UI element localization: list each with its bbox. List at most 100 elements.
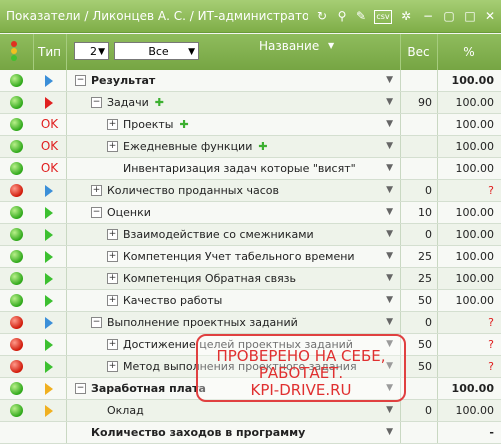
row-menu-chevron-down-icon[interactable]: ▼ bbox=[386, 158, 393, 179]
export-csv-icon[interactable]: csv bbox=[374, 10, 392, 24]
table-row[interactable]: −Задачи✚▼90100.00 bbox=[0, 92, 501, 114]
percent-value: 100.00 bbox=[456, 272, 501, 285]
row-menu-chevron-down-icon[interactable]: ▼ bbox=[386, 92, 393, 113]
minimize-icon[interactable]: − bbox=[420, 8, 436, 24]
name-cell[interactable]: +Компетенция Учет табельного времени▼ bbox=[66, 246, 401, 267]
weight-cell[interactable] bbox=[400, 114, 438, 135]
type-column-header[interactable]: Тип bbox=[33, 34, 67, 70]
table-row[interactable]: OK+Проекты✚▼100.00 bbox=[0, 114, 501, 136]
row-menu-chevron-down-icon[interactable]: ▼ bbox=[386, 70, 393, 91]
collapse-icon[interactable]: − bbox=[75, 75, 86, 86]
expand-icon[interactable]: + bbox=[107, 361, 118, 372]
type-cell bbox=[33, 312, 66, 333]
weight-cell[interactable] bbox=[400, 422, 438, 443]
name-cell[interactable]: Оклад▼ bbox=[66, 400, 401, 421]
add-icon[interactable]: ✚ bbox=[258, 140, 267, 153]
status-green-icon bbox=[10, 250, 23, 263]
weight-cell[interactable]: 0 bbox=[400, 180, 438, 201]
table-row[interactable]: −Результат▼100.00 bbox=[0, 70, 501, 92]
weight-cell[interactable]: 0 bbox=[400, 312, 438, 333]
type-green-triangle-icon bbox=[45, 339, 53, 351]
table-row[interactable]: Оклад▼0100.00 bbox=[0, 400, 501, 422]
type-cell bbox=[33, 224, 66, 245]
expand-icon[interactable]: + bbox=[107, 119, 118, 130]
expand-icon[interactable]: + bbox=[91, 185, 102, 196]
row-menu-chevron-down-icon[interactable]: ▼ bbox=[386, 422, 393, 443]
table-row[interactable]: +Взаимодействие со смежниками▼0100.00 bbox=[0, 224, 501, 246]
weight-cell[interactable]: 50 bbox=[400, 290, 438, 311]
name-cell[interactable]: −Выполнение проектных заданий▼ bbox=[66, 312, 401, 333]
add-icon[interactable]: ✚ bbox=[180, 118, 189, 131]
name-cell[interactable]: −Задачи✚▼ bbox=[66, 92, 401, 113]
collapse-icon[interactable]: − bbox=[91, 97, 102, 108]
weight-cell[interactable] bbox=[400, 136, 438, 157]
table-row[interactable]: +Качество работы▼50100.00 bbox=[0, 290, 501, 312]
name-cell[interactable]: −Оценки▼ bbox=[66, 202, 401, 223]
search-icon[interactable]: ⚲ bbox=[334, 8, 350, 24]
table-row[interactable]: Количество заходов в программу▼- bbox=[0, 422, 501, 444]
weight-cell[interactable]: 25 bbox=[400, 268, 438, 289]
weight-cell[interactable] bbox=[400, 70, 438, 91]
table-row[interactable]: OKИнвентаризация задач которые "висят"▼1… bbox=[0, 158, 501, 180]
row-menu-chevron-down-icon[interactable]: ▼ bbox=[386, 224, 393, 245]
name-cell[interactable]: + Количество проданных часов ▼ bbox=[66, 180, 401, 201]
close-icon[interactable]: ✕ bbox=[482, 8, 498, 24]
row-menu-chevron-down-icon[interactable]: ▼ bbox=[386, 400, 393, 421]
level-select[interactable]: 2▼ bbox=[74, 42, 109, 60]
restore-icon[interactable]: ▢ bbox=[441, 8, 457, 24]
row-menu-chevron-down-icon[interactable]: ▼ bbox=[386, 114, 393, 135]
weight-cell[interactable]: 10 bbox=[400, 202, 438, 223]
maximize-icon[interactable]: □ bbox=[462, 8, 478, 24]
row-name-label: Количество проданных часов bbox=[107, 184, 279, 197]
row-menu-chevron-down-icon[interactable]: ▼ bbox=[386, 268, 393, 289]
refresh-icon[interactable]: ↻ bbox=[314, 8, 330, 24]
table-row[interactable]: +Количество проданных часов▼0? bbox=[0, 180, 501, 202]
name-cell[interactable]: +Проекты✚▼ bbox=[66, 114, 401, 135]
table-row[interactable]: +Компетенция Обратная связь▼25 100.00 bbox=[0, 268, 501, 290]
name-cell[interactable]: +Взаимодействие со смежниками▼ bbox=[66, 224, 401, 245]
collapse-icon[interactable]: − bbox=[75, 383, 86, 394]
name-cell[interactable]: +Ежедневные функции✚▼ bbox=[66, 136, 401, 157]
expand-icon[interactable]: + bbox=[107, 141, 118, 152]
weight-cell[interactable] bbox=[400, 158, 438, 179]
settings-icon[interactable]: ✲ bbox=[398, 8, 414, 24]
type-cell bbox=[33, 268, 66, 289]
weight-cell[interactable]: 90 bbox=[400, 92, 438, 113]
row-menu-chevron-down-icon[interactable]: ▼ bbox=[386, 246, 393, 267]
sort-arrow-icon[interactable]: ▼ bbox=[328, 28, 334, 64]
filter-select[interactable]: Все▼ bbox=[114, 42, 199, 60]
table-row[interactable]: +Компетенция Учет табельного времени▼251… bbox=[0, 246, 501, 268]
name-cell[interactable]: −Результат▼ bbox=[66, 70, 401, 91]
percent-value: 100.00 bbox=[456, 118, 501, 131]
row-menu-chevron-down-icon[interactable]: ▼ bbox=[386, 312, 393, 333]
table-row[interactable]: −Оценки▼10100.00 bbox=[0, 202, 501, 224]
wrench-icon[interactable]: ✎ bbox=[353, 8, 369, 24]
weight-cell[interactable]: 25 bbox=[400, 246, 438, 267]
name-cell[interactable]: Количество заходов в программу▼ bbox=[66, 422, 401, 443]
name-cell[interactable]: +Компетенция Обратная связь▼ bbox=[66, 268, 401, 289]
add-icon[interactable]: ✚ bbox=[155, 96, 164, 109]
name-header-label[interactable]: Название bbox=[259, 28, 319, 64]
collapse-icon[interactable]: − bbox=[91, 207, 102, 218]
row-menu-chevron-down-icon[interactable]: ▼ bbox=[386, 180, 393, 201]
table-row[interactable]: OK+Ежедневные функции✚▼100.00 bbox=[0, 136, 501, 158]
name-cell[interactable]: Инвентаризация задач которые "висят"▼ bbox=[66, 158, 401, 179]
expand-icon[interactable]: + bbox=[107, 273, 118, 284]
expand-icon[interactable]: + bbox=[107, 339, 118, 350]
name-cell[interactable]: +Качество работы▼ bbox=[66, 290, 401, 311]
status-green-icon bbox=[10, 140, 23, 153]
expand-icon[interactable]: + bbox=[107, 229, 118, 240]
type-ok-label: OK bbox=[41, 117, 58, 131]
table-row[interactable]: −Выполнение проектных заданий▼0? bbox=[0, 312, 501, 334]
row-menu-chevron-down-icon[interactable]: ▼ bbox=[386, 202, 393, 223]
expand-icon[interactable]: + bbox=[107, 295, 118, 306]
row-menu-chevron-down-icon[interactable]: ▼ bbox=[386, 290, 393, 311]
weight-value: 10 bbox=[418, 206, 438, 219]
collapse-icon[interactable]: − bbox=[91, 317, 102, 328]
weight-cell[interactable]: 0 bbox=[400, 224, 438, 245]
percent-column-header[interactable]: % bbox=[437, 34, 501, 70]
weight-cell[interactable]: 0 bbox=[400, 400, 438, 421]
weight-column-header[interactable]: Вес bbox=[400, 34, 438, 70]
row-menu-chevron-down-icon[interactable]: ▼ bbox=[386, 136, 393, 157]
expand-icon[interactable]: + bbox=[107, 251, 118, 262]
